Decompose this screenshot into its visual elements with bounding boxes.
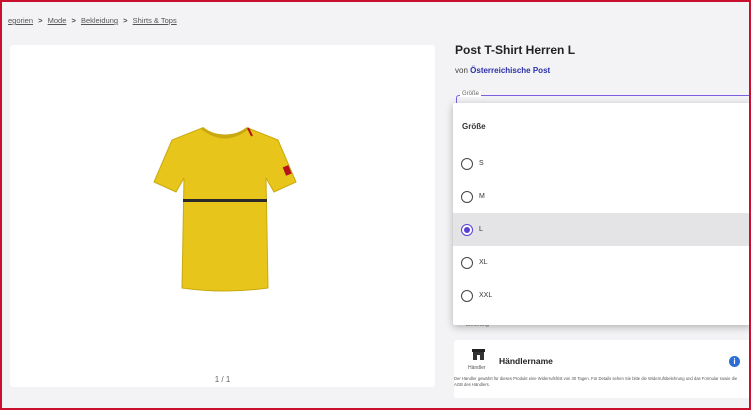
breadcrumb: egorien > Mode > Bekleidung > Shirts & T…: [8, 16, 177, 25]
breadcrumb-item-shirts-tops[interactable]: Shirts & Tops: [133, 16, 177, 25]
size-select-legend: Größe: [460, 91, 482, 97]
product-image-gallery: 1 / 1: [10, 45, 435, 387]
info-icon[interactable]: i: [729, 356, 740, 367]
radio-icon[interactable]: [461, 157, 473, 170]
image-counter: 1 / 1: [214, 375, 231, 384]
breadcrumb-separator: >: [71, 16, 76, 25]
radio-checked-icon[interactable]: [461, 223, 473, 236]
radio-icon[interactable]: [461, 289, 473, 302]
product-image-tshirt[interactable]: [150, 120, 300, 295]
breadcrumb-separator: >: [123, 16, 128, 25]
seller-link[interactable]: Österreichische Post: [470, 66, 550, 75]
merchant-card: Händler Händlername i Der Händler gewähr…: [454, 340, 751, 398]
size-option-xxl[interactable]: XXL: [453, 279, 751, 312]
size-option-label: S: [479, 160, 484, 167]
breadcrumb-separator: >: [38, 16, 43, 25]
radio-icon[interactable]: [461, 256, 473, 269]
seller-line: von Österreichische Post: [455, 66, 550, 75]
breadcrumb-item-mode[interactable]: Mode: [48, 16, 67, 25]
size-option-m[interactable]: M: [453, 180, 751, 213]
size-option-l[interactable]: L: [453, 213, 751, 246]
breadcrumb-item-bekleidung[interactable]: Bekleidung: [81, 16, 118, 25]
breadcrumb-item-categories[interactable]: egorien: [8, 16, 33, 25]
size-option-label: XL: [479, 259, 488, 266]
size-option-xl[interactable]: XL: [453, 246, 751, 279]
merchant-description: Der Händler gewährt für dieses Produkt e…: [454, 376, 738, 387]
product-title: Post T-Shirt Herren L: [455, 43, 576, 57]
size-option-label: M: [479, 193, 485, 200]
size-option-label: XXL: [479, 292, 493, 299]
radio-icon[interactable]: [461, 190, 473, 203]
seller-prefix: von: [455, 66, 468, 75]
size-dropdown-header: Größe: [462, 122, 486, 131]
size-option-label: L: [479, 226, 483, 233]
size-dropdown-menu: Größe S M L XL XXL: [453, 103, 751, 325]
store-icon: [472, 349, 485, 360]
merchant-tag: Händler: [468, 365, 486, 371]
size-option-s[interactable]: S: [453, 147, 751, 180]
merchant-name[interactable]: Händlername: [499, 356, 553, 366]
